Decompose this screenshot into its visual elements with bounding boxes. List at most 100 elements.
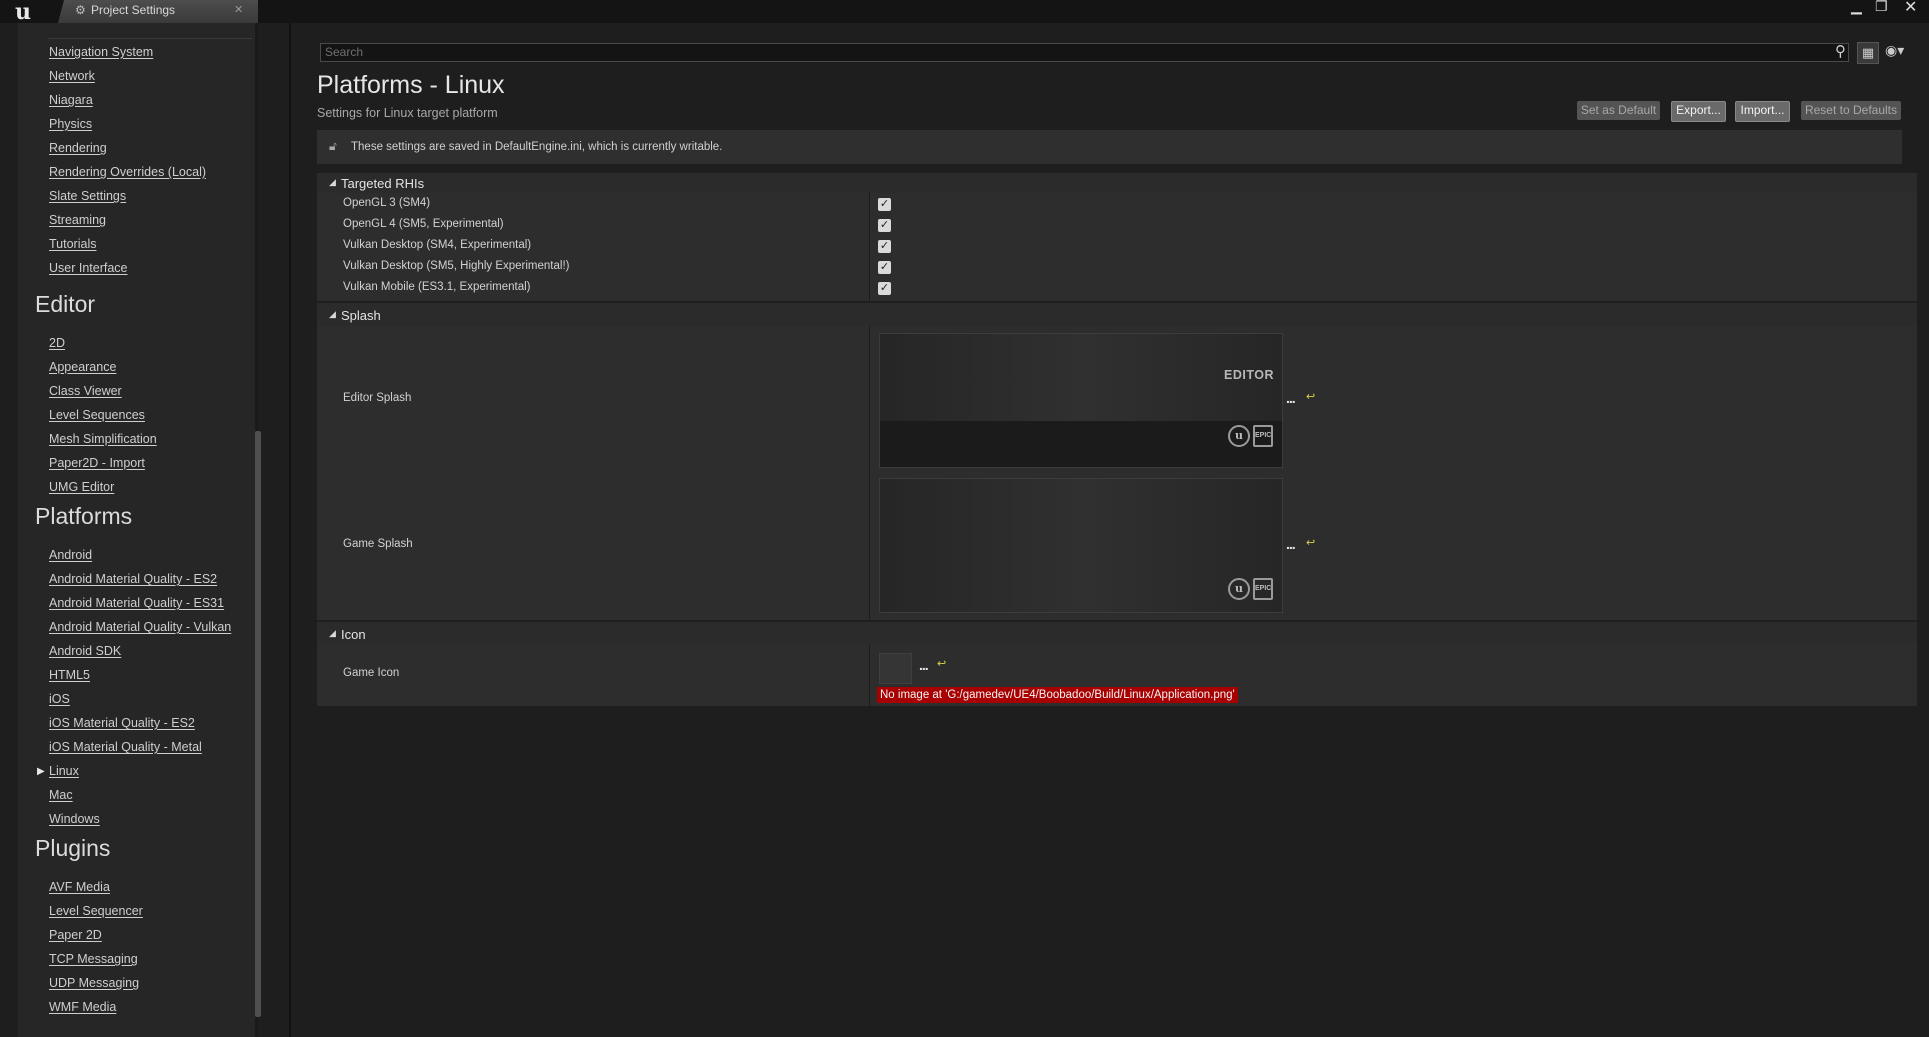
close-window-icon[interactable]: ✕	[1904, 0, 1917, 17]
sidebar-divider	[48, 38, 252, 39]
set-as-default-button[interactable]: Set as Default	[1577, 101, 1660, 120]
game-icon-thumbnail[interactable]	[879, 653, 912, 684]
sidebar-item-class-viewer[interactable]: Class Viewer	[49, 384, 122, 398]
sidebar-item-2d[interactable]: 2D	[49, 336, 65, 350]
unreal-engine-logo-icon: u	[1228, 578, 1250, 600]
sidebar-item-user-interface[interactable]: User Interface	[49, 261, 128, 275]
sidebar-item-mac[interactable]: Mac	[49, 788, 73, 802]
search-icon[interactable]: ⚲	[1835, 42, 1846, 60]
splash-panel: Editor Splash EDITOR u EPIC ... ↩ Game S…	[317, 326, 1917, 620]
tab-project-settings[interactable]: ⚙ Project Settings ✕	[58, 0, 258, 23]
close-tab-icon[interactable]: ✕	[234, 3, 243, 16]
sidebar-item-umg-editor[interactable]: UMG Editor	[49, 480, 114, 494]
rhi-checkbox[interactable]: ✓	[878, 282, 891, 295]
sidebar-item-streaming[interactable]: Streaming	[49, 213, 106, 227]
collapse-triangle-icon[interactable]: ◢	[329, 628, 336, 639]
sidebar-category-editor: Editor	[35, 291, 96, 317]
sidebar-item-ios-material-quality-metal[interactable]: iOS Material Quality - Metal	[49, 740, 202, 754]
sidebar-item-android-material-quality-vulkan[interactable]: Android Material Quality - Vulkan	[49, 620, 231, 634]
section-title: Icon	[341, 627, 366, 642]
minimize-icon[interactable]: ▁	[1851, 0, 1862, 15]
selected-item-arrow-icon: ▶	[37, 766, 45, 777]
section-header-splash[interactable]: ◢ Splash	[317, 303, 1917, 326]
sidebar-item-linux[interactable]: Linux	[49, 764, 79, 778]
sidebar-item-tutorials[interactable]: Tutorials	[49, 237, 96, 251]
title-bar: u ⚙ Project Settings ✕ ▁ ❐ ✕	[0, 0, 1929, 25]
sidebar-item-paper-2d[interactable]: Paper 2D	[49, 928, 102, 942]
column-splitter[interactable]	[869, 326, 870, 620]
collapse-triangle-icon[interactable]: ◢	[329, 177, 336, 188]
missing-image-error: No image at 'G:/gamedev/UE4/Boobadoo/Bui…	[877, 687, 1238, 703]
rhi-checkbox[interactable]: ✓	[878, 219, 891, 232]
editor-badge: EDITOR	[1224, 368, 1274, 382]
rhi-checkbox[interactable]: ✓	[878, 261, 891, 274]
section-title: Targeted RHIs	[341, 176, 425, 191]
sidebar-item-network[interactable]: Network	[49, 69, 95, 83]
browse-editor-splash-button[interactable]: ...	[1286, 390, 1296, 406]
sidebar-item-tcp-messaging[interactable]: TCP Messaging	[49, 952, 138, 966]
sidebar-item-android-material-quality-es31[interactable]: Android Material Quality - ES31	[49, 596, 224, 610]
section-title: Splash	[341, 308, 381, 323]
export-button[interactable]: Export...	[1671, 101, 1726, 122]
game-icon-label: Game Icon	[343, 667, 400, 679]
sidebar-item-level-sequences[interactable]: Level Sequences	[49, 408, 145, 422]
search-input[interactable]	[325, 45, 1805, 59]
page-title: Platforms - Linux	[317, 71, 505, 99]
sidebar-item-slate-settings[interactable]: Slate Settings	[49, 189, 126, 203]
sidebar-scrollbar-thumb[interactable]	[255, 431, 261, 1017]
sidebar-item-udp-messaging[interactable]: UDP Messaging	[49, 976, 139, 990]
sidebar-item-android[interactable]: Android	[49, 548, 92, 562]
reset-game-icon-icon[interactable]: ↩	[937, 657, 946, 670]
maximize-icon[interactable]: ❐	[1875, 0, 1888, 15]
epic-games-logo-icon: EPIC	[1253, 578, 1273, 600]
unlock-icon: 🔓︎	[329, 139, 337, 153]
sidebar-item-mesh-simplification[interactable]: Mesh Simplification	[49, 432, 157, 446]
view-options-grid-icon[interactable]: ▦	[1857, 42, 1879, 64]
visibility-eye-icon[interactable]: ◉▾	[1885, 42, 1904, 59]
rhi-checkbox[interactable]: ✓	[878, 198, 891, 211]
reset-game-splash-icon[interactable]: ↩	[1306, 536, 1315, 549]
unreal-logo-icon[interactable]: u	[15, 0, 31, 25]
sidebar-item-physics[interactable]: Physics	[49, 117, 92, 131]
sidebar-item-rendering-overrides-local[interactable]: Rendering Overrides (Local)	[49, 165, 206, 179]
editor-splash-image[interactable]: EDITOR u EPIC	[879, 333, 1283, 468]
icon-panel: Game Icon ... ↩ No image at 'G:/gamedev/…	[317, 645, 1917, 706]
sidebar-category-plugins: Plugins	[35, 835, 111, 861]
column-splitter[interactable]	[869, 193, 870, 301]
rhi-label: OpenGL 3 (SM4)	[343, 197, 431, 209]
game-splash-image[interactable]: u EPIC	[879, 478, 1283, 613]
editor-splash-label: Editor Splash	[343, 392, 412, 404]
sidebar-item-windows[interactable]: Windows	[49, 812, 100, 826]
sidebar-item-navigation-system[interactable]: Navigation System	[49, 45, 153, 59]
rhi-label: Vulkan Desktop (SM5, Highly Experimental…	[343, 260, 570, 272]
sidebar-item-android-sdk[interactable]: Android SDK	[49, 644, 121, 658]
sidebar-item-wmf-media[interactable]: WMF Media	[49, 1000, 116, 1014]
browse-game-icon-button[interactable]: ...	[919, 657, 929, 673]
reset-to-defaults-button[interactable]: Reset to Defaults	[1801, 101, 1901, 120]
section-header-targeted-rhis[interactable]: ◢ Targeted RHIs	[317, 173, 1917, 193]
sidebar-item-level-sequencer[interactable]: Level Sequencer	[49, 904, 143, 918]
section-header-icon[interactable]: ◢ Icon	[317, 622, 1917, 645]
gear-icon: ⚙	[75, 3, 86, 17]
collapse-triangle-icon[interactable]: ◢	[329, 309, 336, 320]
game-splash-label: Game Splash	[343, 538, 413, 550]
rhi-label: OpenGL 4 (SM5, Experimental)	[343, 218, 504, 230]
rhi-checkbox[interactable]: ✓	[878, 240, 891, 253]
search-bar: ⚲	[320, 43, 1849, 62]
sidebar-item-ios-material-quality-es2[interactable]: iOS Material Quality - ES2	[49, 716, 195, 730]
tab-title: Project Settings	[91, 3, 176, 17]
sidebar-item-html5[interactable]: HTML5	[49, 668, 90, 682]
sidebar-item-rendering[interactable]: Rendering	[49, 141, 107, 155]
sidebar-item-paper2d-import[interactable]: Paper2D - Import	[49, 456, 145, 470]
sidebar-item-appearance[interactable]: Appearance	[49, 360, 116, 374]
sidebar-item-niagara[interactable]: Niagara	[49, 93, 93, 107]
import-button[interactable]: Import...	[1735, 101, 1790, 122]
browse-game-splash-button[interactable]: ...	[1286, 536, 1296, 552]
rhi-label: Vulkan Desktop (SM4, Experimental)	[343, 239, 532, 251]
sidebar-item-android-material-quality-es2[interactable]: Android Material Quality - ES2	[49, 572, 217, 586]
column-splitter[interactable]	[869, 645, 870, 706]
pane-splitter[interactable]	[289, 23, 291, 1037]
sidebar-item-avf-media[interactable]: AVF Media	[49, 880, 110, 894]
reset-editor-splash-icon[interactable]: ↩	[1306, 390, 1315, 403]
sidebar-item-ios[interactable]: iOS	[49, 692, 70, 706]
